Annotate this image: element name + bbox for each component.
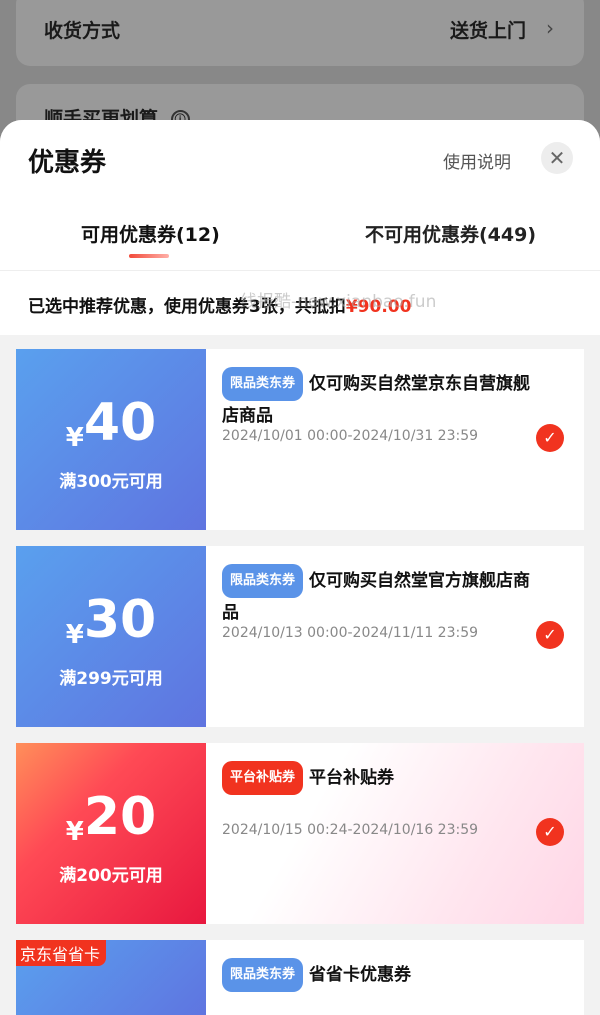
coupon-name: 平台补贴券	[309, 768, 395, 788]
coupon-card[interactable]: ¥40 满300元可用 限品类东券 仅可购买自然堂京东自营旗舰店商品 2024/1…	[16, 349, 584, 530]
chevron-right-icon: ›	[546, 16, 554, 40]
coupon-validity: 2024/10/13 00:00-2024/11/11 23:59	[222, 625, 479, 641]
coupon-info: 限品类东券 仅可购买自然堂官方旗舰店商品	[222, 564, 532, 628]
coupon-condition: 满299元可用	[59, 669, 163, 689]
sheet-header: 优惠券 使用说明 ✕ 可用优惠券(12) 不可用优惠券(449) 已选中推荐优惠…	[0, 120, 600, 335]
tab-available-coupons[interactable]: 可用优惠券(12)	[81, 220, 220, 247]
coupon-card[interactable]: 京东省省卡 限品类东券 省省卡优惠券	[16, 940, 584, 1015]
selected-check-icon[interactable]: ✓	[536, 621, 564, 649]
coupon-card[interactable]: ¥20 满200元可用 平台补贴券 平台补贴券 2024/10/15 00:24-…	[16, 743, 584, 924]
coupon-info: 限品类东券 仅可购买自然堂京东自营旗舰店商品	[222, 367, 532, 431]
watermark: 线报酷-new.xianbao.fun	[240, 292, 437, 312]
close-icon[interactable]: ✕	[541, 142, 573, 174]
coupon-name: 省省卡优惠券	[309, 965, 412, 985]
coupon-condition: 满200元可用	[59, 866, 163, 886]
coupon-amount: ¥20	[65, 787, 157, 847]
coupon-stub: ¥40 满300元可用	[16, 349, 206, 530]
coupon-stub: ¥30 满299元可用	[16, 546, 206, 727]
delivery-method-row[interactable]: 收货方式 送货上门 ›	[16, 0, 584, 66]
coupon-condition: 满300元可用	[59, 472, 163, 492]
tab-unavailable-coupons[interactable]: 不可用优惠券(449)	[365, 220, 536, 247]
coupon-amount: ¥30	[65, 590, 157, 650]
coupon-info: 平台补贴券 平台补贴券	[222, 761, 532, 795]
coupon-card[interactable]: ¥30 满299元可用 限品类东券 仅可购买自然堂官方旗舰店商品 2024/10/…	[16, 546, 584, 727]
coupon-tag: 限品类东券	[222, 958, 304, 992]
sheet-title: 优惠券	[28, 148, 107, 178]
divider	[0, 270, 600, 271]
coupon-sheet: 优惠券 使用说明 ✕ 可用优惠券(12) 不可用优惠券(449) 已选中推荐优惠…	[0, 120, 600, 1015]
coupon-tag: 限品类东券	[222, 367, 304, 401]
active-tab-indicator	[129, 254, 169, 258]
coupon-amount: ¥40	[65, 393, 157, 453]
selected-check-icon[interactable]: ✓	[536, 818, 564, 846]
coupon-validity: 2024/10/15 00:24-2024/10/16 23:59	[222, 822, 479, 838]
coupon-stub: ¥20 满200元可用	[16, 743, 206, 924]
coupon-tag: 限品类东券	[222, 564, 304, 598]
coupon-tag: 平台补贴券	[222, 761, 304, 795]
selected-check-icon[interactable]: ✓	[536, 424, 564, 452]
usage-instructions-link[interactable]: 使用说明	[443, 148, 511, 173]
coupon-badge: 京东省省卡	[16, 940, 107, 966]
delivery-method-label: 收货方式	[44, 20, 121, 42]
coupon-validity: 2024/10/01 00:00-2024/10/31 23:59	[222, 428, 479, 444]
delivery-method-value: 送货上门	[449, 20, 526, 42]
coupon-info: 限品类东券 省省卡优惠券	[222, 958, 532, 992]
